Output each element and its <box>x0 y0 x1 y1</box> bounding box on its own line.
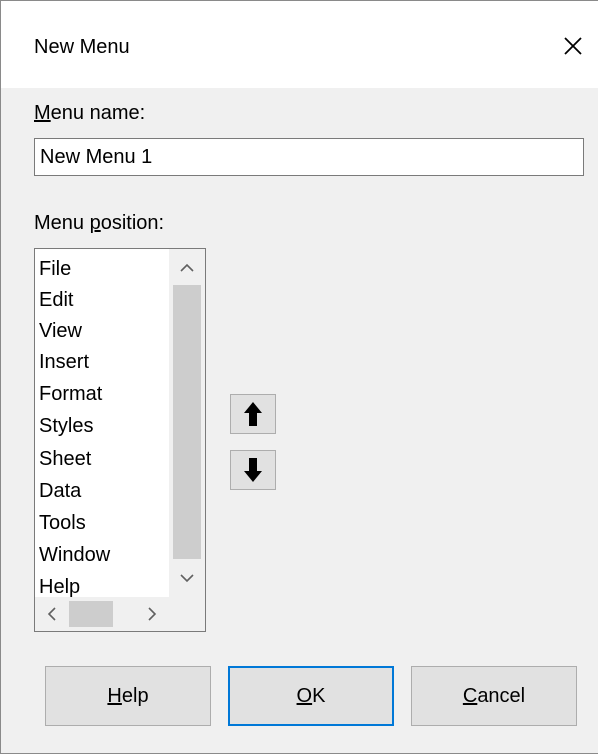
dialog-title: New Menu <box>34 36 130 58</box>
cancel-button-mnemonic: C <box>462 685 478 707</box>
ok-button-mnemonic: O <box>296 685 313 707</box>
list-item-sheet[interactable]: Sheet <box>39 443 91 475</box>
list-item-insert[interactable]: Insert <box>39 346 89 378</box>
menu-position-label: Menu position: <box>34 211 164 235</box>
title-bar: New Menu <box>1 0 598 88</box>
chevron-down-icon <box>180 574 194 583</box>
cancel-button-label: ancel <box>477 685 526 707</box>
scroll-left-button[interactable] <box>35 597 69 631</box>
menu-name-label-rest: enu name: <box>50 102 146 124</box>
menu-position-label-prefix: Menu <box>34 212 90 234</box>
help-button[interactable]: Help <box>45 666 211 726</box>
ok-button-label: K <box>312 685 326 707</box>
menu-name-input[interactable] <box>34 138 584 176</box>
list-item-tools[interactable]: Tools <box>39 507 86 539</box>
list-item-format[interactable]: Format <box>39 378 102 410</box>
list-items: File Edit View Insert Format Styles Shee… <box>35 249 169 597</box>
chevron-right-icon <box>148 607 157 621</box>
dialog-window: New Menu Menu name: Menu position: File … <box>0 0 598 754</box>
menu-position-list[interactable]: File Edit View Insert Format Styles Shee… <box>34 248 206 632</box>
ok-button[interactable]: OK <box>228 666 394 726</box>
arrow-down-icon <box>244 458 262 482</box>
scrollbar-corner <box>169 597 205 631</box>
list-item-view[interactable]: View <box>39 315 82 347</box>
scroll-right-button[interactable] <box>135 597 169 631</box>
arrow-up-icon <box>244 402 262 426</box>
close-icon <box>564 37 582 55</box>
list-item-help[interactable]: Help <box>39 571 80 597</box>
move-down-button[interactable] <box>230 450 276 490</box>
scroll-up-button[interactable] <box>169 249 205 285</box>
cancel-button[interactable]: Cancel <box>411 666 577 726</box>
scroll-down-button[interactable] <box>169 561 205 597</box>
horizontal-scroll-thumb[interactable] <box>69 601 113 627</box>
menu-position-label-rest: osition: <box>100 212 165 234</box>
menu-position-label-mnemonic: p <box>89 212 101 234</box>
chevron-left-icon <box>47 607 56 621</box>
list-item-edit[interactable]: Edit <box>39 284 73 316</box>
vertical-scrollbar[interactable] <box>169 249 205 597</box>
menu-name-label: Menu name: <box>34 101 145 125</box>
move-up-button[interactable] <box>230 394 276 434</box>
menu-name-label-mnemonic: M <box>34 102 51 124</box>
close-button[interactable] <box>556 29 590 63</box>
list-item-styles[interactable]: Styles <box>39 410 93 442</box>
help-button-label: elp <box>121 685 149 707</box>
help-button-mnemonic: H <box>107 685 122 707</box>
list-item-data[interactable]: Data <box>39 475 81 507</box>
list-item-file[interactable]: File <box>39 253 71 285</box>
list-item-window[interactable]: Window <box>39 539 110 571</box>
chevron-up-icon <box>180 263 194 272</box>
vertical-scroll-thumb[interactable] <box>173 285 201 559</box>
